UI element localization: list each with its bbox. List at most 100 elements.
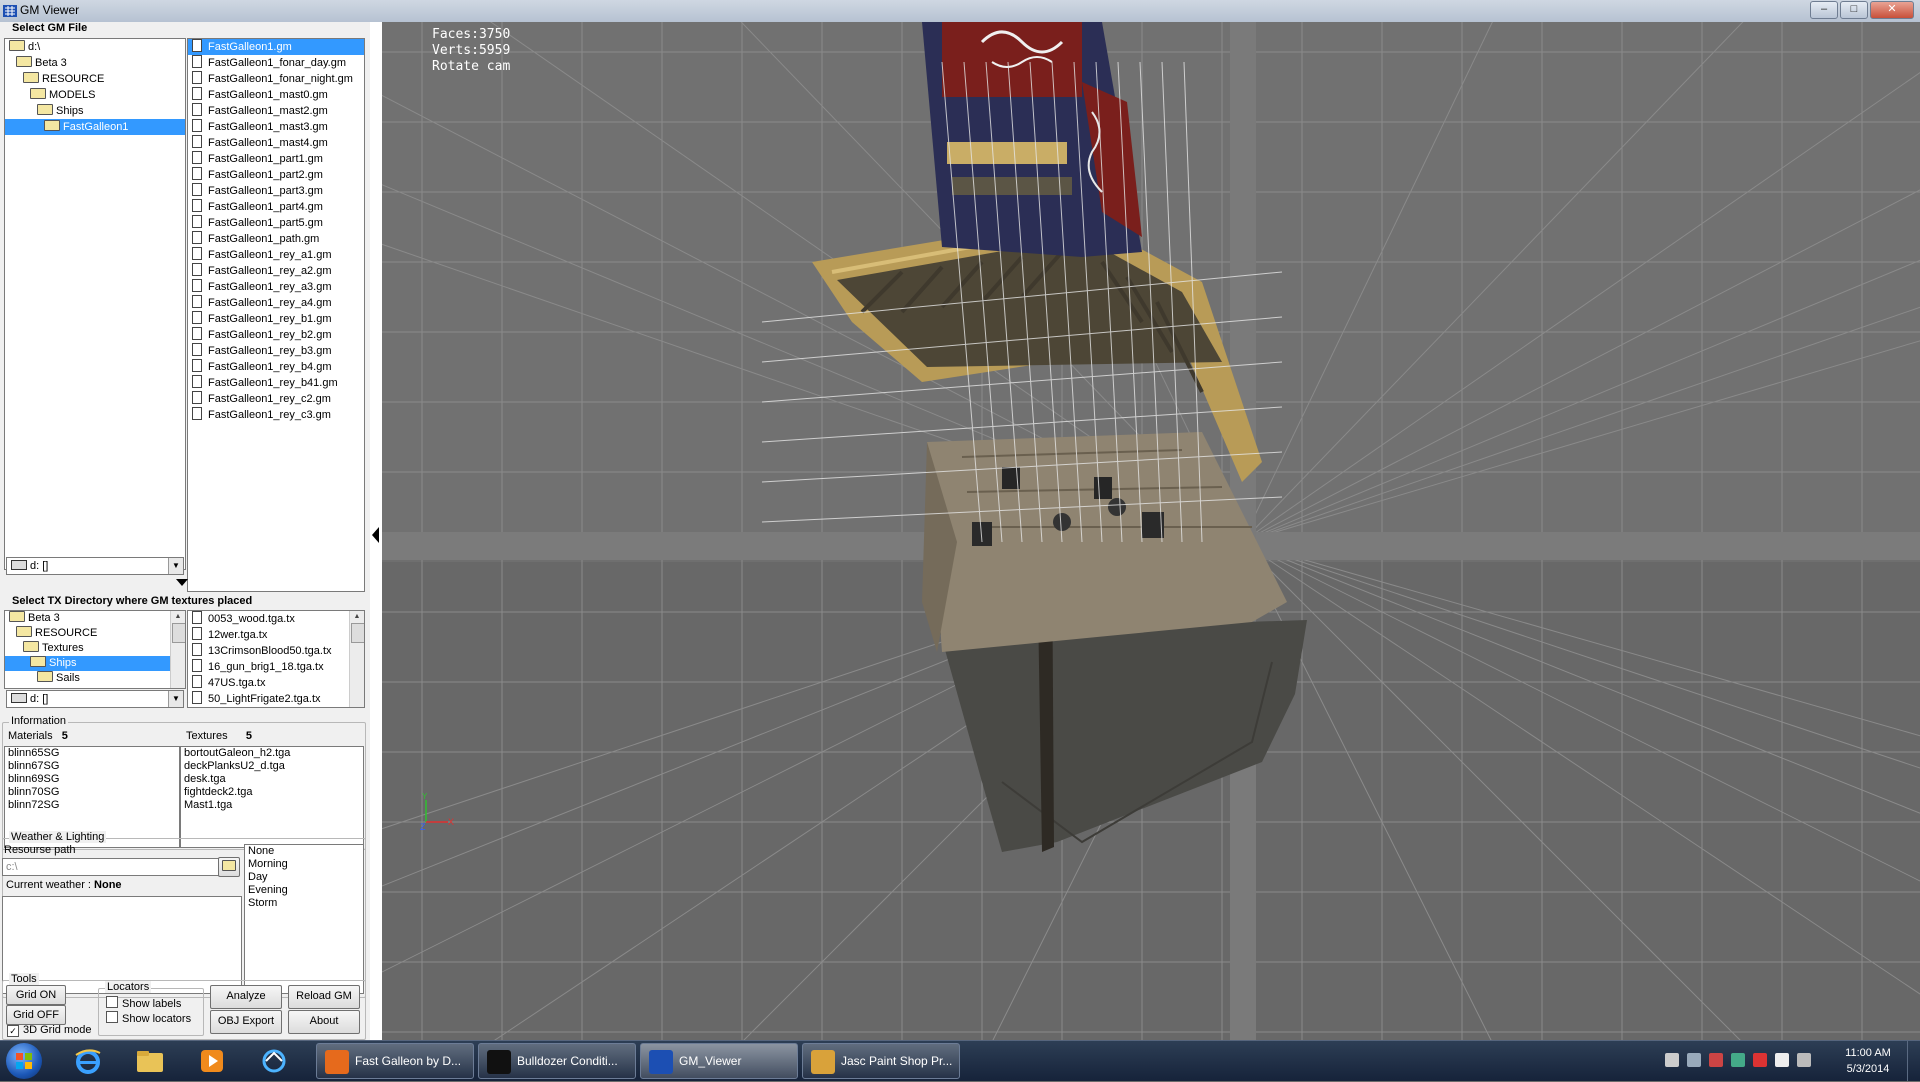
gm-file-item[interactable]: FastGalleon1_rey_a4.gm bbox=[188, 295, 364, 311]
tx-folder-item[interactable]: Beta 3 bbox=[5, 611, 170, 626]
gm-file-item[interactable]: FastGalleon1_rey_b1.gm bbox=[188, 311, 364, 327]
material-item[interactable]: blinn65SG bbox=[5, 747, 179, 760]
gm-file-item[interactable]: FastGalleon1_rey_b2.gm bbox=[188, 327, 364, 343]
update-icon[interactable] bbox=[1731, 1053, 1745, 1067]
antivirus-icon[interactable] bbox=[1709, 1053, 1723, 1067]
about-button[interactable]: About bbox=[288, 1010, 360, 1034]
gm-file-item[interactable]: FastGalleon1_rey_b4.gm bbox=[188, 359, 364, 375]
weather-option[interactable]: Day bbox=[245, 871, 363, 884]
gm-file-item[interactable]: FastGalleon1.gm bbox=[188, 39, 364, 55]
texture-item[interactable]: bortoutGaleon_h2.tga bbox=[181, 747, 363, 760]
gm-file-item[interactable]: FastGalleon1_rey_c3.gm bbox=[188, 407, 364, 423]
gm-file-item[interactable]: FastGalleon1_fonar_day.gm bbox=[188, 55, 364, 71]
gm-file-item[interactable]: FastGalleon1_rey_b41.gm bbox=[188, 375, 364, 391]
network-icon[interactable] bbox=[1687, 1053, 1701, 1067]
scroll-thumb[interactable] bbox=[351, 623, 364, 643]
taskbar-button[interactable]: Jasc Paint Shop Pr... bbox=[802, 1043, 960, 1079]
tx-drive-select[interactable]: d: [] ▼ bbox=[6, 690, 184, 708]
gm-file-item[interactable]: FastGalleon1_part3.gm bbox=[188, 183, 364, 199]
tx-tree-scrollbar[interactable]: ▲ bbox=[170, 611, 185, 688]
folder-icon[interactable] bbox=[128, 1045, 172, 1077]
weather-option[interactable]: Morning bbox=[245, 858, 363, 871]
weather-list[interactable]: None Morning Day Evening Storm bbox=[244, 844, 364, 994]
minimize-button[interactable]: – bbox=[1810, 1, 1838, 19]
gm-folder-item[interactable]: Ships bbox=[5, 103, 185, 119]
taskbar-button[interactable]: GM_Viewer bbox=[640, 1043, 798, 1079]
tx-file-item[interactable]: 47US.tga.tx bbox=[188, 675, 364, 691]
texture-item[interactable]: fightdeck2.tga bbox=[181, 786, 363, 799]
analyze-button[interactable]: Analyze bbox=[210, 985, 282, 1009]
action-center-flag-icon[interactable] bbox=[1775, 1053, 1789, 1067]
gm-file-item[interactable]: FastGalleon1_part4.gm bbox=[188, 199, 364, 215]
gm-file-item[interactable]: FastGalleon1_mast4.gm bbox=[188, 135, 364, 151]
gm-folder-item[interactable]: MODELS bbox=[5, 87, 185, 103]
clock[interactable]: 11:00 AM 5/3/2014 bbox=[1830, 1045, 1906, 1077]
tx-folder-item[interactable]: Textures bbox=[5, 641, 170, 656]
texture-item[interactable]: deckPlanksU2_d.tga bbox=[181, 760, 363, 773]
taskbar-button[interactable]: Bulldozer Conditi... bbox=[478, 1043, 636, 1079]
show-desktop-button[interactable] bbox=[1907, 1041, 1920, 1081]
texture-item[interactable]: Mast1.tga bbox=[181, 799, 363, 812]
material-item[interactable]: blinn67SG bbox=[5, 760, 179, 773]
media-player-icon[interactable] bbox=[190, 1045, 234, 1077]
gm-folder-tree[interactable]: d:\ Beta 3 RESOURCE MODELS Ships FastGalleon1 bbox=[4, 38, 186, 570]
gm-file-item[interactable]: FastGalleon1_mast2.gm bbox=[188, 103, 364, 119]
obj-export-button[interactable]: OBJ Export bbox=[210, 1010, 282, 1034]
tx-folder-item[interactable]: Ships bbox=[5, 656, 170, 671]
material-item[interactable]: blinn69SG bbox=[5, 773, 179, 786]
gm-file-item[interactable]: FastGalleon1_rey_a1.gm bbox=[188, 247, 364, 263]
gm-file-item[interactable]: FastGalleon1_rey_b3.gm bbox=[188, 343, 364, 359]
gm-file-item[interactable]: FastGalleon1_fonar_night.gm bbox=[188, 71, 364, 87]
collapse-left-icon[interactable] bbox=[372, 527, 379, 543]
show-labels-checkbox[interactable]: Show labels bbox=[106, 996, 181, 1010]
chevron-down-icon[interactable]: ▼ bbox=[168, 691, 183, 707]
sound-blaster-icon[interactable] bbox=[1753, 1053, 1767, 1067]
sync-icon[interactable] bbox=[252, 1045, 296, 1077]
gm-file-item[interactable]: FastGalleon1_part1.gm bbox=[188, 151, 364, 167]
gm-folder-item[interactable]: RESOURCE bbox=[5, 71, 185, 87]
chevron-down-icon[interactable]: ▼ bbox=[168, 558, 183, 574]
gm-file-item[interactable]: FastGalleon1_part5.gm bbox=[188, 215, 364, 231]
scroll-up-icon[interactable]: ▲ bbox=[171, 611, 185, 623]
start-button[interactable] bbox=[6, 1043, 42, 1079]
textures-list[interactable]: bortoutGaleon_h2.tga deckPlanksU2_d.tga de… bbox=[180, 746, 364, 848]
display-icon[interactable] bbox=[1797, 1053, 1811, 1067]
tx-file-list[interactable]: 0053_wood.tga.tx 12wer.tga.tx 13CrimsonBlo… bbox=[187, 610, 365, 708]
gm-folder-item[interactable]: d:\ bbox=[5, 39, 185, 55]
gm-file-item[interactable]: FastGalleon1_rey_a2.gm bbox=[188, 263, 364, 279]
checkbox-icon[interactable] bbox=[106, 1011, 118, 1023]
grid-3d-checkbox[interactable]: ✓ 3D Grid mode bbox=[7, 1024, 91, 1037]
resource-path-input[interactable]: c:\ bbox=[2, 858, 221, 876]
reload-gm-button[interactable]: Reload GM bbox=[288, 985, 360, 1009]
texture-item[interactable]: desk.tga bbox=[181, 773, 363, 786]
weather-option[interactable]: None bbox=[245, 845, 363, 858]
3d-viewport[interactable]: Y X Z Faces:3750 Verts:5959 Rotate cam bbox=[382, 22, 1920, 1040]
gm-folder-item[interactable]: FastGalleon1 bbox=[5, 119, 185, 135]
tx-file-item[interactable]: 16_gun_brig1_18.tga.tx bbox=[188, 659, 364, 675]
gm-file-list[interactable]: FastGalleon1.gm FastGalleon1_fonar_day.gm… bbox=[187, 38, 365, 592]
gm-file-item[interactable]: FastGalleon1_part2.gm bbox=[188, 167, 364, 183]
gm-file-item[interactable]: FastGalleon1_rey_c2.gm bbox=[188, 391, 364, 407]
taskbar-button[interactable]: Fast Galleon by D... bbox=[316, 1043, 474, 1079]
scroll-up-icon[interactable]: ▲ bbox=[350, 611, 364, 623]
checkbox-icon[interactable] bbox=[106, 996, 118, 1008]
tx-file-item[interactable]: 12wer.tga.tx bbox=[188, 627, 364, 643]
weather-option[interactable]: Evening bbox=[245, 884, 363, 897]
gm-folder-item[interactable]: Beta 3 bbox=[5, 55, 185, 71]
tx-folder-item[interactable]: RESOURCE bbox=[5, 626, 170, 641]
maximize-button[interactable]: □ bbox=[1840, 1, 1868, 19]
volume-icon[interactable] bbox=[1665, 1053, 1679, 1067]
internet-explorer-icon[interactable] bbox=[66, 1045, 110, 1077]
tx-folder-item[interactable]: Sails bbox=[5, 671, 170, 686]
grid-off-button[interactable]: Grid OFF bbox=[6, 1005, 66, 1025]
tx-folder-tree[interactable]: Beta 3 RESOURCE Textures Ships Sails ▲ bbox=[4, 610, 186, 689]
collapse-arrow-icon[interactable] bbox=[176, 579, 188, 586]
browse-folder-button[interactable] bbox=[218, 857, 240, 877]
close-button[interactable]: ✕ bbox=[1870, 1, 1914, 19]
material-item[interactable]: blinn70SG bbox=[5, 786, 179, 799]
gm-file-item[interactable]: FastGalleon1_path.gm bbox=[188, 231, 364, 247]
tx-file-item[interactable]: 13CrimsonBlood50.tga.tx bbox=[188, 643, 364, 659]
gm-file-item[interactable]: FastGalleon1_mast3.gm bbox=[188, 119, 364, 135]
tx-file-item[interactable]: 50_LightFrigate2.tga.tx bbox=[188, 691, 364, 707]
material-item[interactable]: blinn72SG bbox=[5, 799, 179, 812]
